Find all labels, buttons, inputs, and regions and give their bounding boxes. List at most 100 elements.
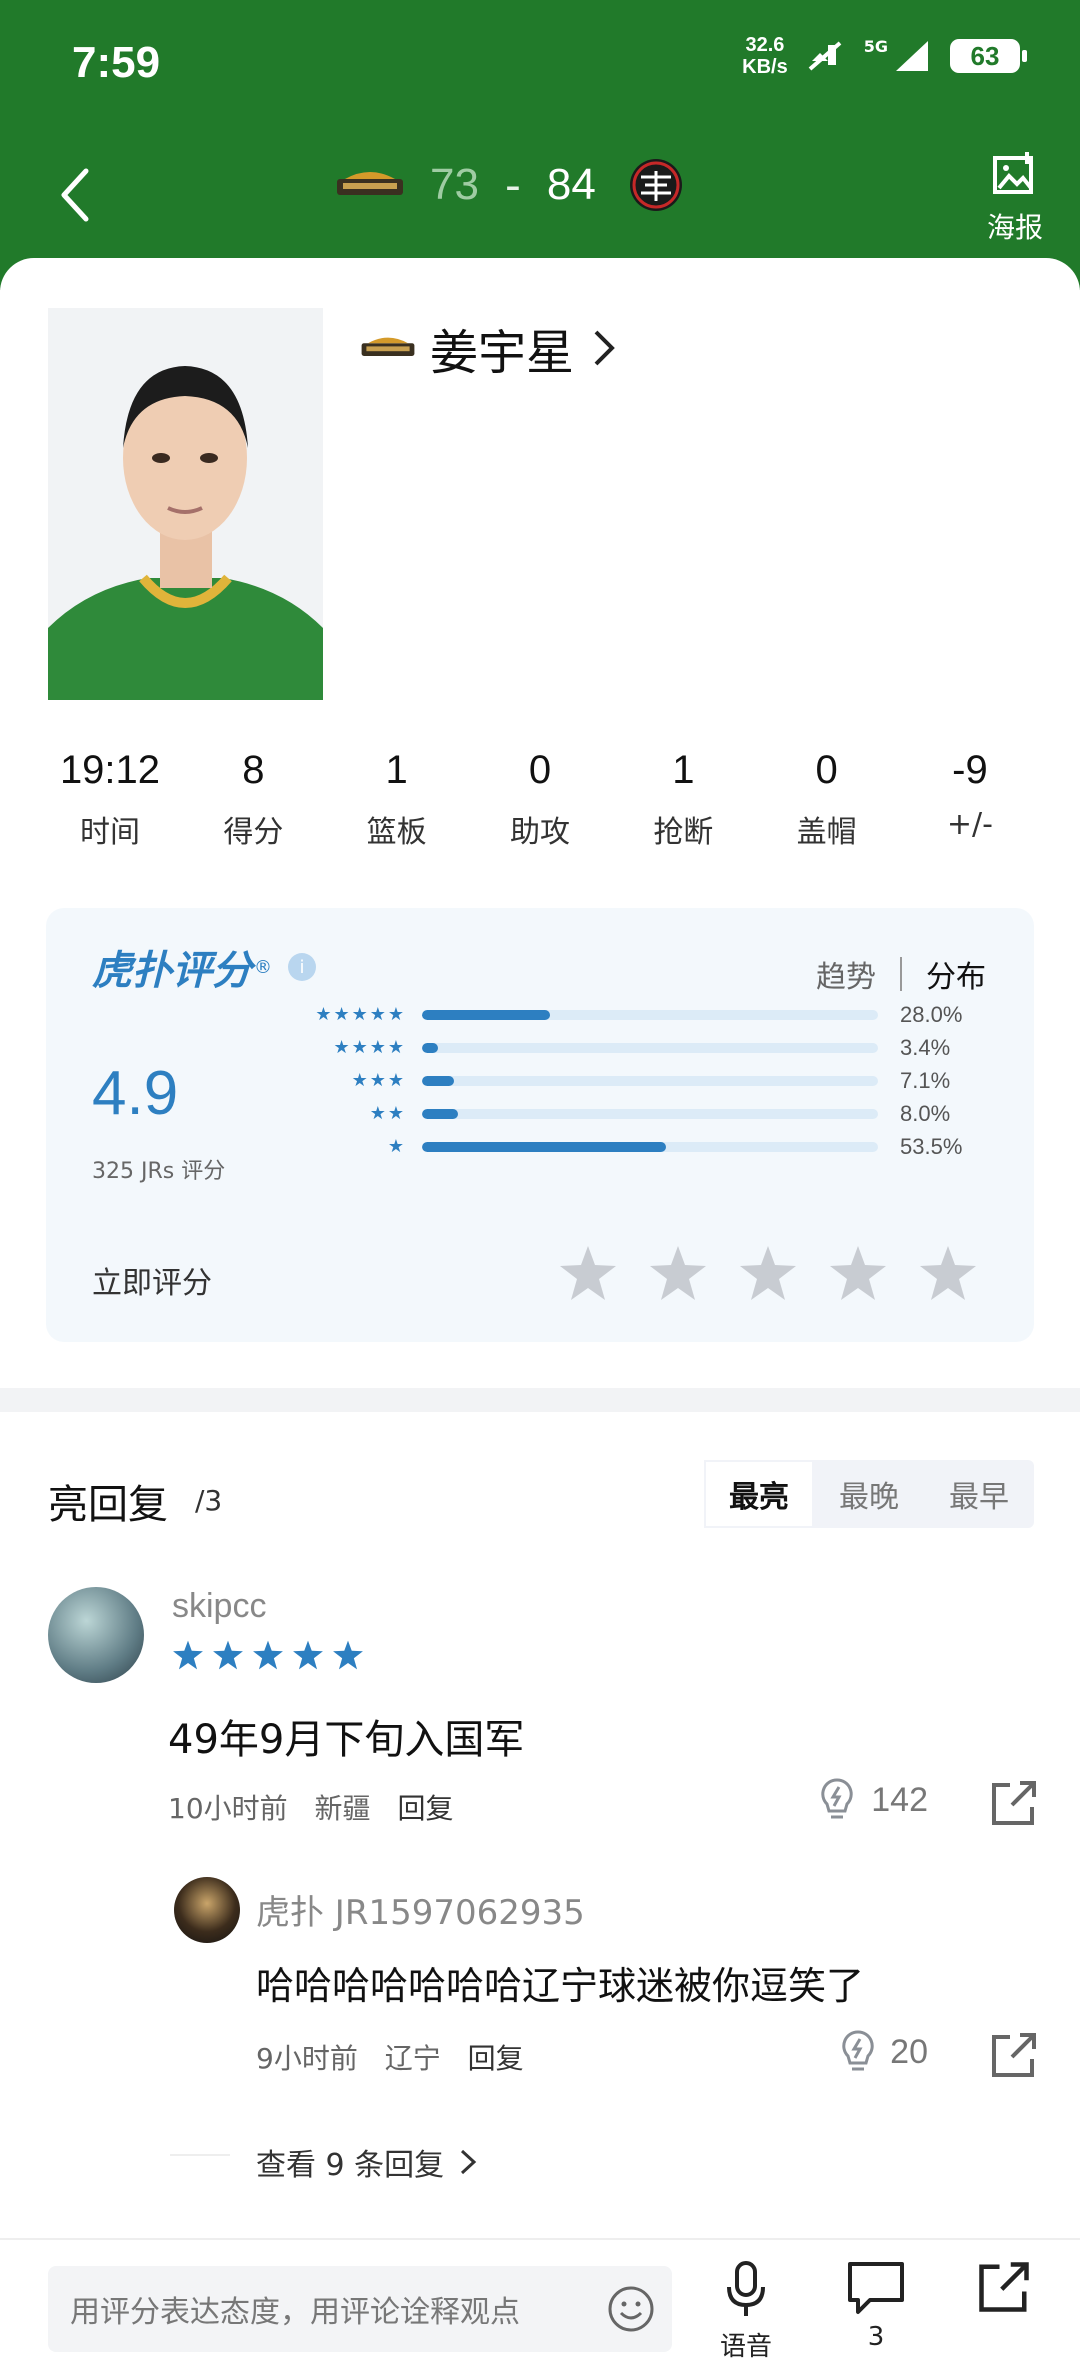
distribution-percent: 53.5%	[900, 1133, 963, 1159]
rating-score: 4.9	[92, 1059, 179, 1128]
distribution-bar	[422, 1108, 459, 1119]
rating-count: 325 JRs 评分	[92, 1159, 226, 1184]
mute-icon	[808, 41, 842, 71]
comments-count: 3	[867, 2322, 885, 2352]
away-team-logo-icon	[629, 159, 682, 211]
distribution-row: ★★★★ 3.4%	[286, 1031, 986, 1064]
lightbulb-icon	[821, 1778, 853, 1819]
stat-value: 1	[672, 748, 695, 792]
reply-button[interactable]: 回复	[397, 1792, 453, 1825]
avatar[interactable]	[48, 1587, 144, 1683]
net-speed-unit: KB/s	[742, 56, 788, 78]
bottom-action-bar: 用评分表达态度，用评论诠释观点 语音 3	[0, 2238, 1080, 2363]
distribution-percent: 7.1%	[900, 1067, 951, 1093]
tab-trend[interactable]: 趋势	[816, 952, 876, 996]
stat-assists: 0 助攻	[470, 748, 610, 851]
distribution-bar	[422, 1042, 438, 1053]
comment-username[interactable]: skipcc	[172, 1587, 266, 1626]
stat-label: +/-	[946, 807, 993, 842]
view-more-label: 查看 9 条回复	[256, 2148, 445, 2183]
image-icon	[993, 152, 1033, 194]
team-logo-icon	[361, 337, 415, 356]
rate-star-2-icon[interactable]	[648, 1243, 708, 1303]
like-button[interactable]: 20	[840, 2029, 928, 2075]
tab-distribution[interactable]: 分布	[926, 952, 986, 996]
player-card: 姜宇星 19:12 时间 8 得分 1 篮板 0 助攻 1 抢断 0 盖帽 -9…	[0, 258, 1080, 1388]
share-icon[interactable]	[990, 1779, 1038, 1827]
player-photo[interactable]	[48, 308, 323, 700]
star-icon	[333, 1640, 363, 1670]
distribution-percent: 8.0%	[900, 1100, 951, 1126]
registered-mark: ®	[254, 956, 272, 978]
stat-value: 0	[528, 748, 552, 792]
info-icon[interactable]: i	[288, 953, 316, 981]
voice-button[interactable]: 语音	[706, 2260, 786, 2363]
player-portrait-image	[48, 308, 323, 700]
comment-input-placeholder: 用评分表达态度，用评论诠释观点	[70, 2295, 520, 2330]
stat-label: 抢断	[653, 815, 714, 850]
rating-brand-logo: 虎扑评分	[92, 948, 252, 994]
distribution-track	[422, 1108, 878, 1119]
rate-star-4-icon[interactable]	[828, 1243, 888, 1303]
back-icon[interactable]	[52, 165, 102, 225]
share-button[interactable]	[964, 2260, 1044, 2318]
stat-value: 0	[815, 748, 838, 792]
share-icon[interactable]	[990, 2031, 1038, 2079]
star-icon	[293, 1640, 323, 1670]
sort-latest-button[interactable]: 最晚	[814, 1460, 924, 1528]
player-stats: 19:12 时间 8 得分 1 篮板 0 助攻 1 抢断 0 盖帽 -9 +/-	[40, 748, 1040, 851]
comment-time: 10小时前	[168, 1792, 288, 1825]
status-time: 7:59	[72, 38, 161, 87]
replies-title: 亮回复	[48, 1482, 168, 1528]
sort-earliest-button[interactable]: 最早	[924, 1460, 1034, 1528]
rating-brand: 虎扑评分 ® i	[92, 938, 316, 996]
chevron-right-icon	[594, 330, 615, 366]
comment-meta: 10小时前 新疆 回复	[168, 1787, 471, 1827]
like-button[interactable]: 142	[819, 1777, 928, 1823]
poster-button[interactable]: 海报	[982, 150, 1048, 246]
net-speed: 32.6 KB/s	[742, 34, 788, 78]
sub-reply-username[interactable]: 虎扑 JR1597062935	[256, 1885, 585, 1934]
battery-icon: 63	[950, 39, 1027, 73]
rate-star-5-icon[interactable]	[918, 1243, 978, 1303]
home-team-logo-icon	[337, 172, 403, 195]
comments-button[interactable]: 3	[836, 2260, 916, 2352]
rate-now-label: 立即评分	[92, 1266, 212, 1301]
distribution-percent: 28.0%	[900, 1001, 963, 1027]
home-team-logo[interactable]	[330, 155, 410, 215]
comment-text[interactable]: 49年9月下旬入国军	[168, 1707, 524, 1765]
sub-reply-meta: 9小时前 辽宁 回复	[256, 2037, 542, 2077]
player-name-row[interactable]: 姜宇星	[360, 313, 616, 383]
network-type: 5G	[863, 36, 888, 56]
distribution-row: ★★★★★ 28.0%	[286, 998, 986, 1031]
stat-label: 盖帽	[796, 815, 857, 850]
view-more-replies-button[interactable]: 查看 9 条回复	[170, 2140, 478, 2184]
reply-button[interactable]: 回复	[468, 2042, 524, 2075]
stat-rebounds: 1 篮板	[327, 748, 467, 851]
stat-value: 8	[242, 748, 265, 792]
rate-stars	[558, 1243, 978, 1303]
stat-value: -9	[952, 748, 988, 792]
sub-reply-text[interactable]: 哈哈哈哈哈哈哈辽宁球迷被你逗笑了	[256, 1955, 864, 2010]
star-level: ★★	[369, 1103, 406, 1124]
rate-star-3-icon[interactable]	[738, 1243, 798, 1303]
distribution-row: ★ 53.5%	[286, 1130, 986, 1163]
sort-hottest-button[interactable]: 最亮	[704, 1460, 814, 1528]
score-separator: -	[504, 159, 521, 211]
distribution-track	[422, 1009, 878, 1020]
scoreboard[interactable]: 73 - 84	[330, 155, 696, 215]
stat-label: 时间	[80, 815, 140, 850]
away-team-logo[interactable]	[616, 155, 696, 215]
star-icon	[173, 1640, 203, 1670]
poster-label: 海报	[986, 211, 1043, 244]
microphone-icon	[727, 2261, 765, 2316]
away-score: 84	[546, 160, 596, 209]
star-level: ★★★★	[333, 1037, 406, 1058]
avatar[interactable]	[174, 1877, 240, 1943]
star-level: ★★★★★	[315, 1004, 406, 1025]
rate-star-1-icon[interactable]	[558, 1243, 618, 1303]
rating-distribution: ★★★★★ 28.0% ★★★★ 3.4% ★★★ 7.1% ★★ 8.0% ★	[286, 998, 986, 1163]
emoji-icon[interactable]	[606, 2284, 656, 2334]
comment-input[interactable]: 用评分表达态度，用评论诠释观点	[48, 2266, 672, 2352]
net-speed-value: 32.6	[745, 34, 785, 56]
